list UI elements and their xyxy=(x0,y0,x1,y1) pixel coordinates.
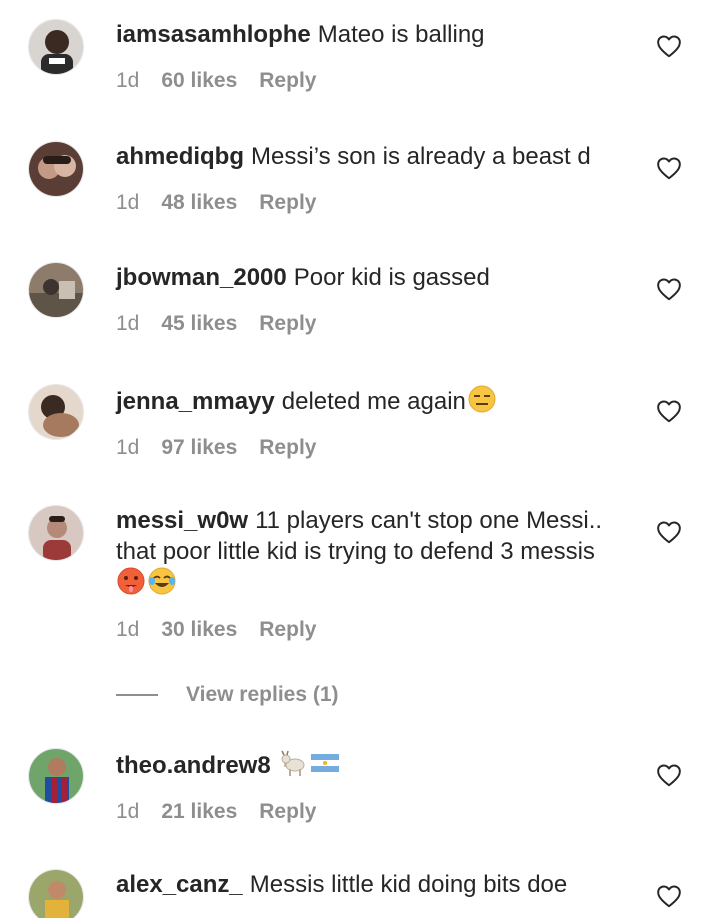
comment-age: 1d xyxy=(116,800,140,823)
heart-outline-icon[interactable] xyxy=(656,763,682,787)
comment-body: iamsasamhlophe Mateo is balling 1d 60 lik… xyxy=(116,19,636,95)
comment-text: Messi’s son is already a beast d xyxy=(251,143,591,170)
comment-text-line: iamsasamhlophe Mateo is balling xyxy=(116,19,636,50)
comment-body: ahmediqbg Messi’s son is already a beast … xyxy=(116,141,636,217)
comment-age: 1d xyxy=(116,618,140,641)
comment-meta: 1d 48 likes Reply xyxy=(116,189,636,217)
comment-username[interactable]: messi_w0w xyxy=(116,507,248,534)
comment-text: deleted me again xyxy=(281,388,466,415)
comment-username[interactable]: theo.andrew8 xyxy=(116,752,271,779)
heart-outline-icon[interactable] xyxy=(656,34,682,58)
avatar[interactable] xyxy=(28,141,84,197)
comment-text-line: messi_w0w 11 players can't stop one Messi… xyxy=(116,505,626,567)
avatar[interactable] xyxy=(28,19,84,75)
comment-text: Poor kid is gassed xyxy=(293,264,490,291)
comment-text-line: ahmediqbg Messi’s son is already a beast … xyxy=(116,141,636,172)
argentina-flag-emoji xyxy=(310,748,340,778)
comment-meta: 1d 45 likes Reply xyxy=(116,310,636,338)
heart-outline-icon[interactable] xyxy=(656,156,682,180)
comment-body: theo.andrew8 1d 21 likes Reply xyxy=(116,748,636,826)
comment-text: Mateo is balling xyxy=(317,21,485,48)
comment-username[interactable]: iamsasamhlophe xyxy=(116,21,311,48)
heart-outline-icon[interactable] xyxy=(656,520,682,544)
comment-username[interactable]: ahmediqbg xyxy=(116,143,244,170)
comment-emoji-line xyxy=(116,566,636,599)
comment-username[interactable]: jenna_mmayy xyxy=(116,388,275,415)
comment-text-line: jenna_mmayy deleted me again xyxy=(116,384,636,417)
comment-likes[interactable]: 97 likes xyxy=(161,434,237,462)
expressionless-face-emoji xyxy=(467,384,497,414)
avatar[interactable] xyxy=(28,384,84,440)
comment-likes[interactable]: 45 likes xyxy=(161,310,237,338)
comment-body: messi_w0w 11 players can't stop one Messi… xyxy=(116,505,636,644)
avatar[interactable] xyxy=(28,262,84,318)
comment-age: 1d xyxy=(116,69,140,92)
avatar[interactable] xyxy=(28,748,84,804)
comment-body: jbowman_2000 Poor kid is gassed 1d 45 lik… xyxy=(116,262,636,338)
comment-meta: 1d 21 likes Reply xyxy=(116,798,636,826)
hot-face-emoji xyxy=(116,566,146,596)
comment-text-line: alex_canz_ Messis little kid doing bits d… xyxy=(116,869,636,900)
comment-age: 1d xyxy=(116,312,140,335)
heart-outline-icon[interactable] xyxy=(656,884,682,908)
comment-meta: 1d 30 likes Reply xyxy=(116,616,636,644)
comment-meta: 1d 60 likes Reply xyxy=(116,67,636,95)
heart-outline-icon[interactable] xyxy=(656,399,682,423)
comment-username[interactable]: alex_canz_ xyxy=(116,871,243,898)
reply-button[interactable]: Reply xyxy=(259,434,316,462)
reply-button[interactable]: Reply xyxy=(259,616,316,644)
reply-button[interactable]: Reply xyxy=(259,67,316,95)
comment-likes[interactable]: 60 likes xyxy=(161,67,237,95)
reply-button[interactable]: Reply xyxy=(259,798,316,826)
comment-text-line: theo.andrew8 xyxy=(116,748,636,781)
reply-button[interactable]: Reply xyxy=(259,189,316,217)
tears-of-joy-emoji xyxy=(147,566,177,596)
view-replies-button[interactable]: View replies (1) xyxy=(116,681,339,709)
avatar[interactable] xyxy=(28,505,84,561)
comment-text: Messis little kid doing bits doe xyxy=(249,871,568,898)
heart-outline-icon[interactable] xyxy=(656,277,682,301)
comment-meta: 1d 97 likes Reply xyxy=(116,434,636,462)
view-replies-label[interactable]: View replies (1) xyxy=(186,683,339,707)
comment-text-line: jbowman_2000 Poor kid is gassed xyxy=(116,262,636,293)
comment-body: alex_canz_ Messis little kid doing bits d… xyxy=(116,869,636,900)
view-replies-divider xyxy=(116,694,158,696)
comment-username[interactable]: jbowman_2000 xyxy=(116,264,287,291)
avatar[interactable] xyxy=(28,869,84,918)
comment-likes[interactable]: 30 likes xyxy=(161,616,237,644)
comments-feed: iamsasamhlophe Mateo is balling 1d 60 lik… xyxy=(0,0,720,918)
comment-age: 1d xyxy=(116,436,140,459)
reply-button[interactable]: Reply xyxy=(259,310,316,338)
comment-likes[interactable]: 48 likes xyxy=(161,189,237,217)
goat-emoji xyxy=(279,748,309,778)
comment-body: jenna_mmayy deleted me again 1d 97 likes … xyxy=(116,384,636,462)
comment-likes[interactable]: 21 likes xyxy=(161,798,237,826)
comment-age: 1d xyxy=(116,191,140,214)
